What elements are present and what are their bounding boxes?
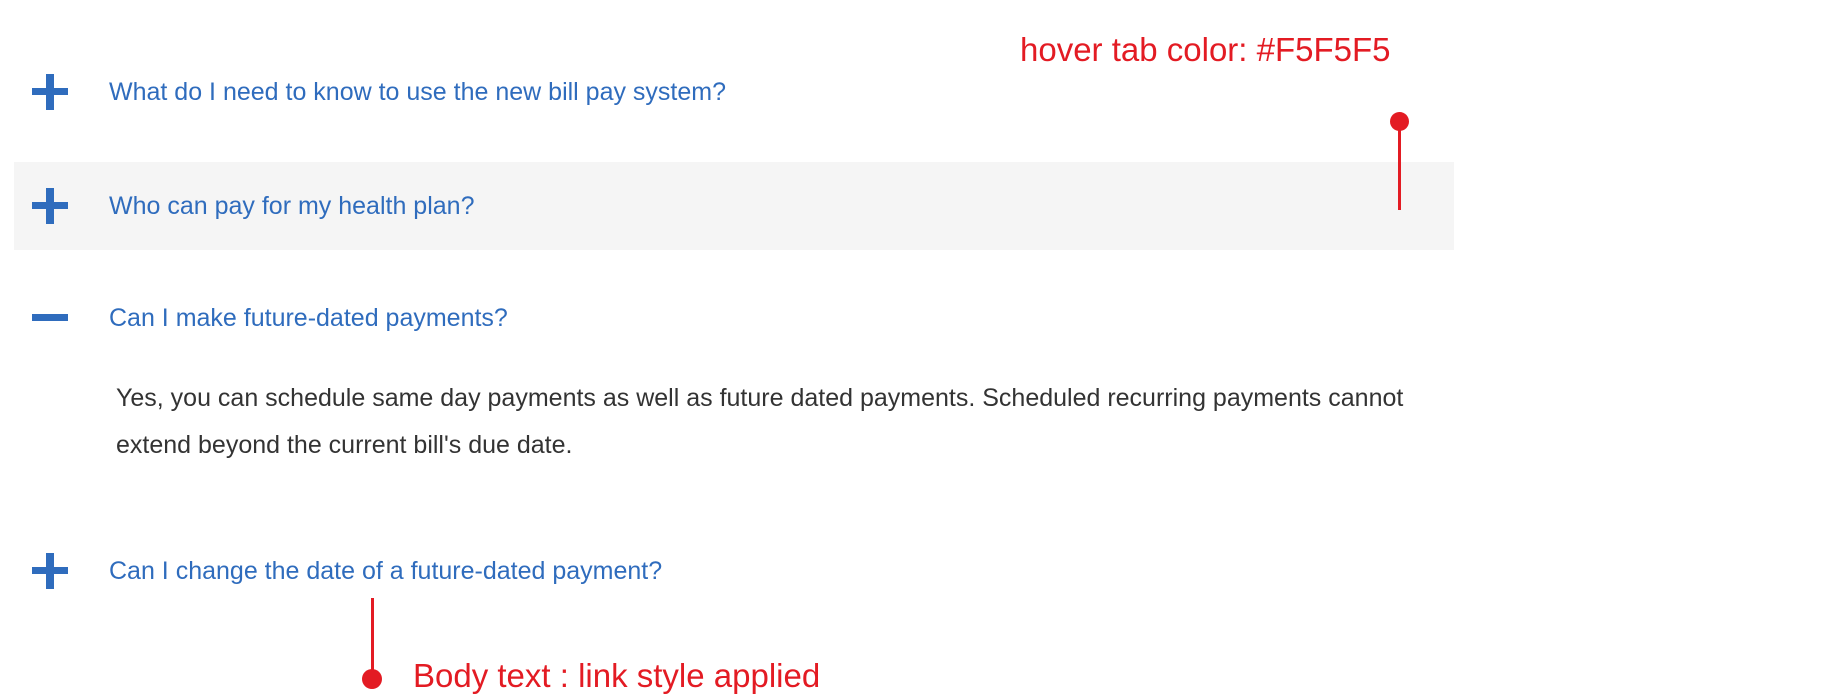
- faq-item-who-can-pay: Who can pay for my health plan?: [14, 162, 1454, 250]
- faq-question[interactable]: What do I need to know to use the new bi…: [109, 48, 726, 136]
- link-style-annotation: Body text : link style applied: [413, 657, 821, 694]
- faq-header-hovered[interactable]: Who can pay for my health plan?: [14, 162, 1454, 250]
- annotation-dot-marker-icon: [362, 669, 382, 689]
- faq-item-change-date: Can I change the date of a future-dated …: [14, 527, 1454, 615]
- plus-icon[interactable]: [32, 553, 68, 589]
- faq-header[interactable]: Can I change the date of a future-dated …: [14, 527, 1454, 615]
- faq-question[interactable]: Who can pay for my health plan?: [109, 162, 474, 250]
- faq-question[interactable]: Can I change the date of a future-dated …: [109, 527, 662, 615]
- faq-answer: Yes, you can schedule same day payments …: [116, 384, 1404, 459]
- annotation-leader-line: [1398, 120, 1401, 210]
- annotation-leader-line: [371, 598, 374, 676]
- minus-icon[interactable]: [32, 300, 68, 336]
- plus-icon[interactable]: [32, 74, 68, 110]
- faq-question[interactable]: Can I make future-dated payments?: [109, 274, 508, 362]
- hover-tab-annotation: hover tab color: #F5F5F5: [1020, 31, 1391, 68]
- plus-icon[interactable]: [32, 188, 68, 224]
- faq-header[interactable]: Can I make future-dated payments?: [14, 274, 1454, 362]
- faq-item-future-dated-payments: Can I make future-dated payments? Yes, y…: [14, 274, 1454, 459]
